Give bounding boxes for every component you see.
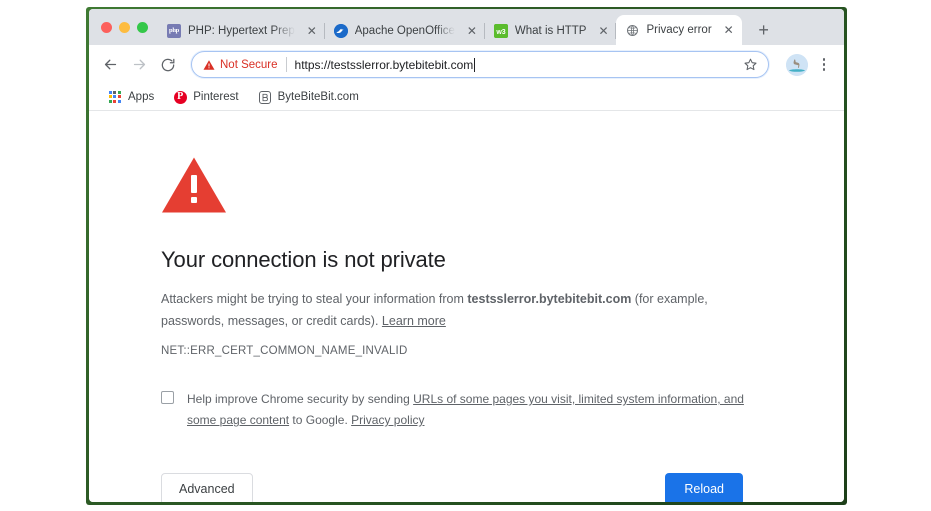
browser-toolbar: Not Secure https://testsslerror.bytebite… xyxy=(89,45,844,84)
action-buttons-row: Advanced Reload xyxy=(161,473,743,502)
bytebitebit-icon xyxy=(258,90,272,104)
window-traffic-lights xyxy=(97,9,158,45)
description-part1: Attackers might be trying to steal your … xyxy=(161,292,468,306)
apps-grid-icon xyxy=(108,90,122,104)
bookmarks-bar: Apps P Pinterest ByteBiteBit.com xyxy=(89,84,844,111)
bookmark-label: Pinterest xyxy=(193,91,239,103)
optin-part2: to Google. xyxy=(289,413,352,427)
tab-privacy-error[interactable]: Privacy error ✕ xyxy=(616,15,742,45)
w3schools-favicon-icon: w3 xyxy=(493,23,508,38)
three-dot-menu-icon[interactable] xyxy=(814,53,834,77)
not-secure-indicator[interactable]: Not Secure xyxy=(203,59,278,71)
window-minimize-button[interactable] xyxy=(119,21,130,33)
url-value: https://testsslerror.bytebitebit.com xyxy=(294,57,474,72)
profile-avatar[interactable] xyxy=(786,53,808,76)
tab-php[interactable]: php PHP: Hypertext Prep ✕ xyxy=(158,16,325,45)
page-title: Your connection is not private xyxy=(161,247,446,272)
reload-button[interactable]: Reload xyxy=(665,473,743,502)
tab-close-icon[interactable]: ✕ xyxy=(305,24,319,38)
warning-triangle-icon xyxy=(203,59,215,70)
optin-part1: Help improve Chrome security by sending xyxy=(187,392,414,406)
red-warning-triangle-icon xyxy=(162,157,226,213)
address-bar[interactable]: Not Secure https://testsslerror.bytebite… xyxy=(191,51,769,78)
screenshot-root: php PHP: Hypertext Prep ✕ Apache OpenOff… xyxy=(0,0,931,511)
globe-favicon-icon xyxy=(625,23,639,37)
window-maximize-button[interactable] xyxy=(137,21,148,33)
tab-label: What is HTTP xyxy=(514,24,587,37)
url-text[interactable]: https://testsslerror.bytebitebit.com xyxy=(294,57,737,72)
bookmark-label: Apps xyxy=(128,91,155,103)
tab-label: Apache OpenOffice xyxy=(354,24,455,37)
bookmark-pinterest[interactable]: P Pinterest xyxy=(166,87,245,107)
chrome-browser-window: php PHP: Hypertext Prep ✕ Apache OpenOff… xyxy=(89,9,844,502)
forward-arrow-icon[interactable] xyxy=(126,52,152,78)
pinterest-icon: P xyxy=(173,90,187,104)
tab-close-icon[interactable]: ✕ xyxy=(596,24,610,38)
privacy-policy-link[interactable]: Privacy policy xyxy=(351,413,424,427)
tab-close-icon[interactable]: ✕ xyxy=(722,23,736,37)
bookmark-apps[interactable]: Apps xyxy=(101,87,161,107)
text-cursor xyxy=(474,57,476,72)
tab-close-icon[interactable]: ✕ xyxy=(465,24,479,38)
error-code: NET::ERR_CERT_COMMON_NAME_INVALID xyxy=(161,345,408,357)
telemetry-checkbox[interactable] xyxy=(161,391,174,404)
tab-label: Privacy error xyxy=(646,24,712,36)
php-favicon-icon: php xyxy=(167,23,181,38)
back-arrow-icon[interactable] xyxy=(97,52,123,78)
bookmark-bytebitebit[interactable]: ByteBiteBit.com xyxy=(251,87,366,107)
tab-what-is-http[interactable]: w3 What is HTTP ✕ xyxy=(485,16,617,45)
learn-more-link[interactable]: Learn more xyxy=(382,314,446,328)
telemetry-optin-text: Help improve Chrome security by sending … xyxy=(187,389,761,431)
openoffice-favicon-icon xyxy=(333,23,348,38)
tab-label: PHP: Hypertext Prep xyxy=(188,24,295,37)
svg-text:w3: w3 xyxy=(495,29,505,36)
page-content: Your connection is not private Attackers… xyxy=(89,111,844,502)
not-secure-label: Not Secure xyxy=(220,58,278,71)
star-icon[interactable] xyxy=(743,57,758,72)
new-tab-button[interactable]: + xyxy=(750,16,778,44)
bookmark-label: ByteBiteBit.com xyxy=(277,91,359,103)
omnibox-divider xyxy=(285,57,287,72)
warning-description: Attackers might be trying to steal your … xyxy=(161,289,721,332)
telemetry-optin-row: Help improve Chrome security by sending … xyxy=(161,389,761,431)
reload-icon[interactable] xyxy=(155,52,181,78)
affected-domain: testsslerror.bytebitebit.com xyxy=(467,292,632,306)
advanced-button[interactable]: Advanced xyxy=(161,473,253,502)
window-close-button[interactable] xyxy=(101,21,112,33)
tab-strip: php PHP: Hypertext Prep ✕ Apache OpenOff… xyxy=(89,9,844,45)
tab-apache-openoffice[interactable]: Apache OpenOffice ✕ xyxy=(325,16,485,45)
tab-list: php PHP: Hypertext Prep ✕ Apache OpenOff… xyxy=(158,9,742,45)
